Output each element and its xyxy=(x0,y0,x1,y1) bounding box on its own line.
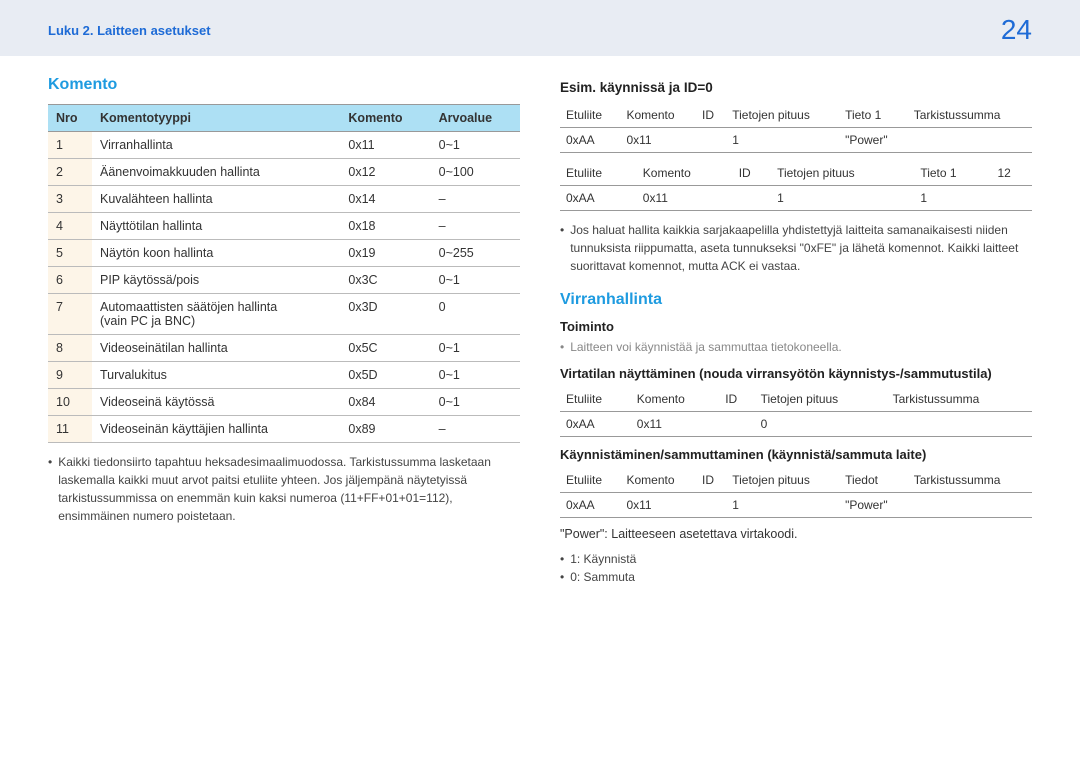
chapter-title: Luku 2. Laitteen asetukset xyxy=(48,23,211,38)
toiminto-label: Toiminto xyxy=(560,319,1032,334)
table-row: 5Näytön koon hallinta0x190~255 xyxy=(48,240,520,267)
table-row: 1Virranhallinta0x110~1 xyxy=(48,132,520,159)
table-row: 7Automaattisten säätöjen hallinta (vain … xyxy=(48,294,520,335)
col-komentotyyppi: Komentotyyppi xyxy=(92,105,340,132)
table-row: 0xAA0x110 xyxy=(560,412,1032,437)
table-row: 9Turvalukitus0x5D0~1 xyxy=(48,362,520,389)
table-header-row: EtuliiteKomentoIDTietojen pituusTieto 11… xyxy=(560,161,1032,186)
command-table: Nro Komentotyyppi Komento Arvoalue 1Virr… xyxy=(48,104,520,443)
table-header-row: EtuliiteKomentoIDTietojen pituusTiedotTa… xyxy=(560,468,1032,493)
virranhallinta-heading: Virranhallinta xyxy=(560,291,1032,309)
onoff-table: EtuliiteKomentoIDTietojen pituusTiedotTa… xyxy=(560,468,1032,518)
example-table-1: EtuliiteKomentoIDTietojen pituusTieto 1T… xyxy=(560,103,1032,153)
table-row: 0xAA0x111"Power" xyxy=(560,128,1032,153)
col-arvoalue: Arvoalue xyxy=(431,105,520,132)
table-header-row: Nro Komentotyyppi Komento Arvoalue xyxy=(48,105,520,132)
page-number: 24 xyxy=(1001,14,1032,46)
table-header-row: EtuliiteKomentoIDTietojen pituusTarkistu… xyxy=(560,387,1032,412)
table-row: 10Videoseinä käytössä0x840~1 xyxy=(48,389,520,416)
page-header: Luku 2. Laitteen asetukset 24 xyxy=(0,0,1080,56)
col-nro: Nro xyxy=(48,105,92,132)
table-row: 3Kuvalähteen hallinta0x14– xyxy=(48,186,520,213)
left-column: Komento Nro Komentotyyppi Komento Arvoal… xyxy=(48,76,520,586)
page: Luku 2. Laitteen asetukset 24 Komento Nr… xyxy=(0,0,1080,763)
power-codes: 1: Käynnistä 0: Sammuta xyxy=(560,550,1032,586)
right-column: Esim. käynnissä ja ID=0 EtuliiteKomentoI… xyxy=(560,76,1032,586)
komento-heading: Komento xyxy=(48,76,520,94)
hex-footnote: Kaikki tiedonsiirto tapahtuu heksadesima… xyxy=(48,453,520,525)
view-power-table: EtuliiteKomentoIDTietojen pituusTarkistu… xyxy=(560,387,1032,437)
table-row: 0xAA0x111"Power" xyxy=(560,493,1032,518)
col-komento: Komento xyxy=(340,105,430,132)
table-header-row: EtuliiteKomentoIDTietojen pituusTieto 1T… xyxy=(560,103,1032,128)
power-code-label: "Power": Laitteeseen asetettava virtakoo… xyxy=(560,526,1032,544)
onoff-heading: Käynnistäminen/sammuttaminen (käynnistä/… xyxy=(560,447,1032,462)
toiminto-text-block: Laitteen voi käynnistää ja sammuttaa tie… xyxy=(560,338,1032,356)
example-table-2: EtuliiteKomentoIDTietojen pituusTieto 11… xyxy=(560,161,1032,211)
table-row: 4Näyttötilan hallinta0x18– xyxy=(48,213,520,240)
table-row: 8Videoseinätilan hallinta0x5C0~1 xyxy=(48,335,520,362)
example-heading: Esim. käynnissä ja ID=0 xyxy=(560,80,1032,95)
table-row: 11Videoseinän käyttäjien hallinta0x89– xyxy=(48,416,520,443)
table-row: 2Äänenvoimakkuuden hallinta0x120~100 xyxy=(48,159,520,186)
view-power-heading: Virtatilan näyttäminen (nouda virransyöt… xyxy=(560,366,1032,381)
table-row: 0xAA0x1111 xyxy=(560,186,1032,211)
fe-note: Jos haluat hallita kaikkia sarjakaapelil… xyxy=(560,221,1032,275)
table-row: 6PIP käytössä/pois0x3C0~1 xyxy=(48,267,520,294)
content-area: Komento Nro Komentotyyppi Komento Arvoal… xyxy=(0,56,1080,586)
